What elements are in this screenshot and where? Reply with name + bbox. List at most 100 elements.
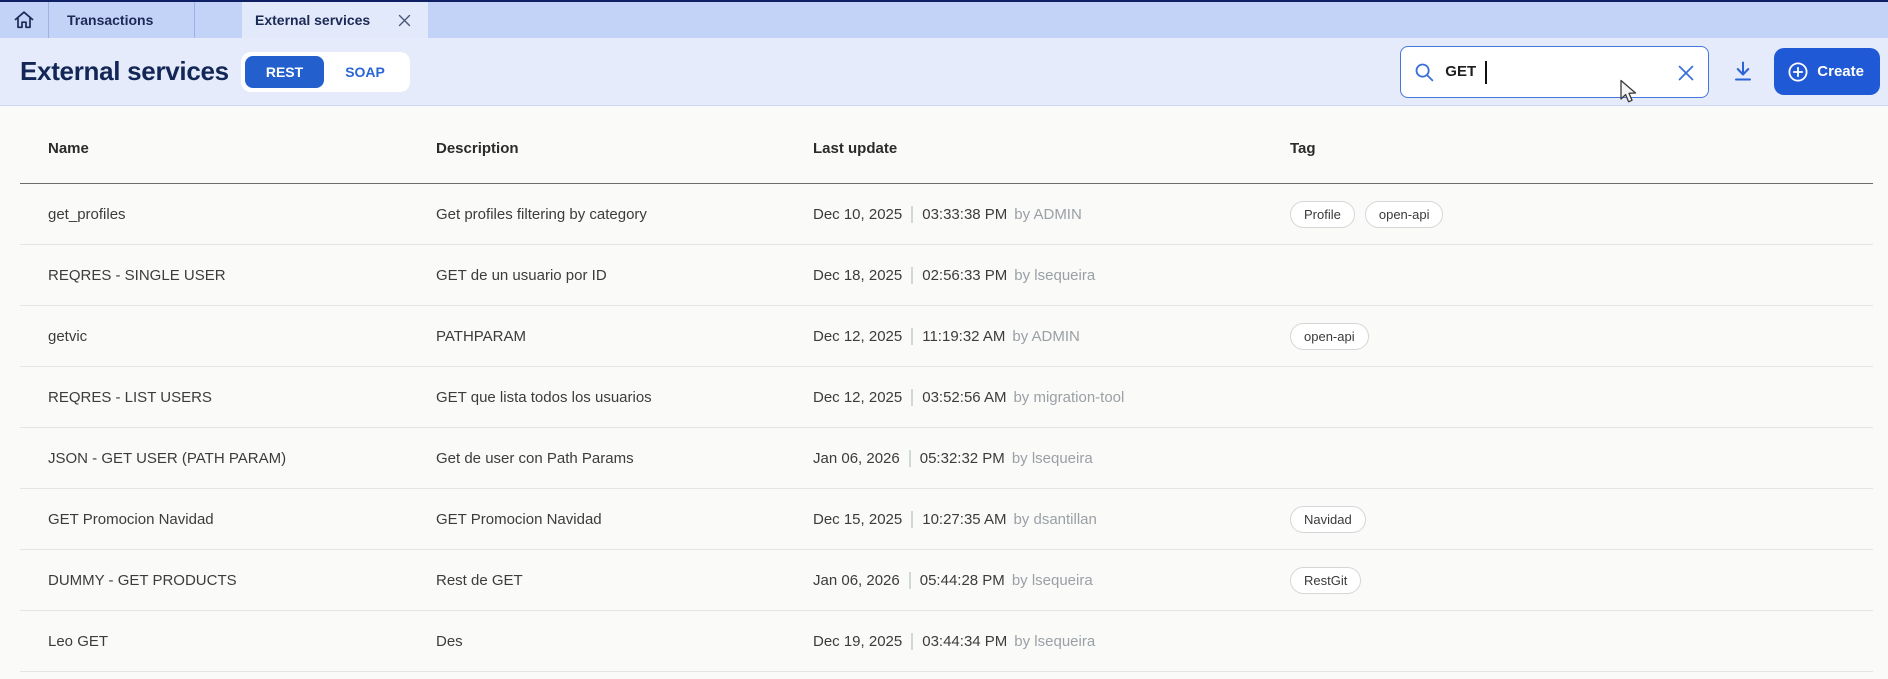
updated-by: by lsequeira — [1012, 450, 1093, 467]
header-actions: Create — [1400, 46, 1880, 98]
update-time: 11:19:32 AM — [922, 328, 1005, 345]
tag-pill: Navidad — [1290, 506, 1366, 533]
service-tags: open-api — [1290, 323, 1873, 350]
toggle-soap-button[interactable]: SOAP — [324, 56, 406, 88]
service-last-update: Dec 19, 2025 03:44:34 PM by lsequeira — [813, 633, 1290, 650]
service-description: GET de un usuario por ID — [436, 267, 813, 284]
search-box — [1400, 46, 1709, 98]
update-date: Dec 15, 2025 — [813, 511, 902, 528]
date-time-divider — [911, 206, 913, 223]
table-row[interactable]: JSON - GET USER (PATH PARAM)Get de user … — [20, 428, 1873, 489]
date-time-divider — [911, 511, 913, 528]
date-time-divider — [911, 633, 913, 650]
updated-by: by ADMIN — [1014, 206, 1082, 223]
date-time-divider — [911, 267, 913, 284]
table-row[interactable]: Leo GETDesDec 19, 2025 03:44:34 PM by lseq… — [20, 611, 1873, 672]
tag-pill: open-api — [1365, 201, 1444, 228]
update-time: 05:44:28 PM — [920, 572, 1005, 589]
services-table-body: get_profilesGet profiles filtering by ca… — [20, 184, 1873, 672]
update-date: Jan 06, 2026 — [813, 450, 900, 467]
update-time: 10:27:35 AM — [922, 511, 1006, 528]
rest-soap-toggle: REST SOAP — [241, 52, 410, 92]
service-name: GET Promocion Navidad — [20, 511, 436, 528]
tab-transactions[interactable]: Transactions — [49, 2, 195, 38]
date-time-divider — [911, 328, 913, 345]
services-table: Name Description Last update Tag get_pro… — [20, 106, 1873, 672]
create-button[interactable]: Create — [1774, 48, 1880, 95]
service-last-update: Dec 10, 2025 03:33:38 PM by ADMIN — [813, 206, 1290, 223]
page-title: External services — [20, 56, 229, 87]
page-header: External services REST SOAP — [0, 38, 1888, 105]
tab-strip-gap — [195, 2, 242, 38]
column-header-description: Description — [436, 140, 813, 157]
date-time-divider — [909, 572, 911, 589]
service-description: GET que lista todos los usuarios — [436, 389, 813, 406]
update-date: Dec 10, 2025 — [813, 206, 902, 223]
tag-pill: Profile — [1290, 201, 1355, 228]
date-time-divider — [911, 389, 913, 406]
service-tags: RestGit — [1290, 567, 1873, 594]
column-header-tag: Tag — [1290, 140, 1873, 157]
update-date: Dec 19, 2025 — [813, 633, 902, 650]
tab-external-services[interactable]: External services — [242, 2, 428, 38]
window-tab-bar: Transactions External services — [0, 0, 1888, 38]
service-last-update: Dec 15, 2025 10:27:35 AM by dsantillan — [813, 511, 1290, 528]
updated-by: by ADMIN — [1012, 328, 1080, 345]
service-last-update: Dec 18, 2025 02:56:33 PM by lsequeira — [813, 267, 1290, 284]
service-description: Get profiles filtering by category — [436, 206, 813, 223]
updated-by: by dsantillan — [1013, 511, 1096, 528]
updated-by: by lsequeira — [1012, 572, 1093, 589]
update-date: Jan 06, 2026 — [813, 572, 900, 589]
tag-pill: RestGit — [1290, 567, 1361, 594]
update-time: 03:44:34 PM — [922, 633, 1007, 650]
table-row[interactable]: REQRES - LIST USERSGET que lista todos l… — [20, 367, 1873, 428]
service-last-update: Dec 12, 202503:52:56 AMby migration-tool — [813, 389, 1290, 406]
service-name: Leo GET — [20, 633, 436, 650]
update-date: Dec 12, 2025 — [813, 328, 902, 345]
table-header-row: Name Description Last update Tag — [20, 106, 1873, 184]
update-date: Dec 18, 2025 — [813, 267, 902, 284]
home-button[interactable] — [0, 2, 49, 38]
table-row[interactable]: DUMMY - GET PRODUCTSRest de GETJan 06, 2… — [20, 550, 1873, 611]
service-tags: Navidad — [1290, 506, 1873, 533]
service-last-update: Dec 12, 2025 11:19:32 AM by ADMIN — [813, 328, 1290, 345]
service-description: GET Promocion Navidad — [436, 511, 813, 528]
service-name: REQRES - SINGLE USER — [20, 267, 436, 284]
update-time: 03:33:38 PM — [922, 206, 1007, 223]
search-input[interactable] — [1401, 47, 1708, 97]
service-name: REQRES - LIST USERS — [20, 389, 436, 406]
tab-label: Transactions — [67, 12, 153, 28]
service-name: getvic — [20, 328, 436, 345]
toggle-rest-button[interactable]: REST — [245, 56, 324, 88]
tab-label: External services — [255, 12, 370, 28]
services-panel: Name Description Last update Tag get_pro… — [0, 105, 1888, 679]
download-button[interactable] — [1730, 57, 1756, 87]
table-row[interactable]: GET Promocion NavidadGET Promocion Navid… — [20, 489, 1873, 550]
service-name: JSON - GET USER (PATH PARAM) — [20, 450, 436, 467]
table-row[interactable]: REQRES - SINGLE USERGET de un usuario po… — [20, 245, 1873, 306]
create-button-label: Create — [1817, 63, 1864, 80]
column-header-name: Name — [20, 140, 436, 157]
service-description: Des — [436, 633, 813, 650]
table-row[interactable]: get_profilesGet profiles filtering by ca… — [20, 184, 1873, 245]
update-time: 03:52:56 AM — [922, 389, 1006, 406]
download-icon — [1732, 60, 1754, 84]
plus-circle-icon — [1787, 61, 1809, 83]
tab-close-icon[interactable] — [395, 11, 413, 29]
search-clear-icon[interactable] — [1676, 63, 1696, 83]
tag-pill: open-api — [1290, 323, 1369, 350]
service-description: Rest de GET — [436, 572, 813, 589]
service-name: get_profiles — [20, 206, 436, 223]
update-date: Dec 12, 2025 — [813, 389, 902, 406]
table-row[interactable]: getvicPATHPARAMDec 12, 202511:19:32 AMby… — [20, 306, 1873, 367]
update-time: 05:32:32 PM — [920, 450, 1005, 467]
date-time-divider — [909, 450, 911, 467]
service-last-update: Jan 06, 2026 05:44:28 PM by lsequeira — [813, 572, 1290, 589]
home-icon — [13, 9, 35, 31]
text-caret — [1485, 61, 1487, 84]
updated-by: by lsequeira — [1014, 633, 1095, 650]
update-time: 02:56:33 PM — [922, 267, 1007, 284]
service-description: Get de user con Path Params — [436, 450, 813, 467]
service-last-update: Jan 06, 2026 05:32:32 PM by lsequeira — [813, 450, 1290, 467]
updated-by: by lsequeira — [1014, 267, 1095, 284]
